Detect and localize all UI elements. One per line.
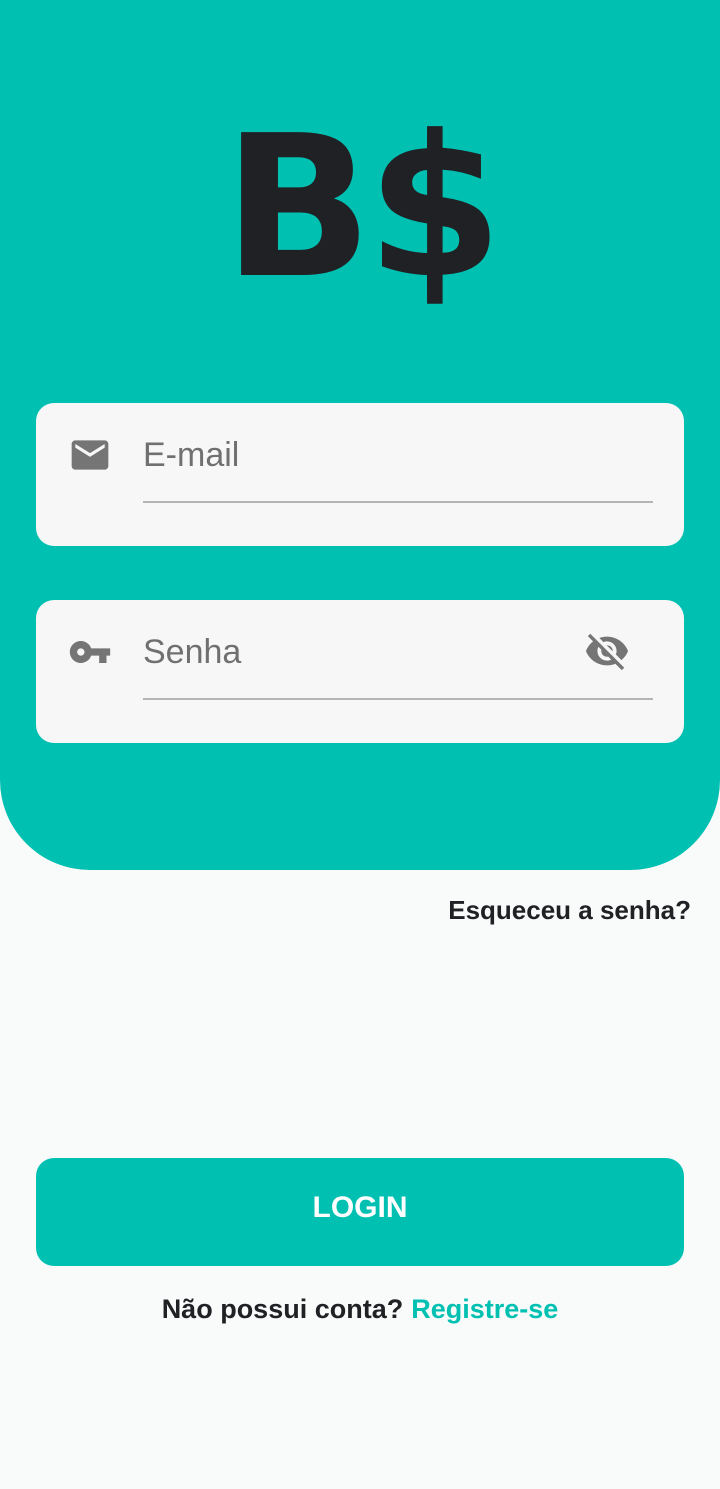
email-card: E-mail (36, 403, 684, 546)
password-field[interactable]: Senha (143, 628, 653, 676)
signup-row: Não possui conta? Registre-se (0, 1289, 720, 1329)
signup-prompt: Não possui conta? (161, 1294, 404, 1324)
password-field-underline (143, 698, 653, 700)
header-panel: B$ E-mail Senha (0, 0, 720, 870)
eye-off-icon[interactable] (582, 628, 632, 674)
email-field-underline (143, 501, 653, 503)
key-icon (68, 630, 112, 674)
app-logo: B$ (223, 94, 503, 322)
email-field[interactable]: E-mail (143, 431, 653, 479)
forgot-password-link[interactable]: Esqueceu a senha? (448, 890, 691, 930)
password-card: Senha (36, 600, 684, 743)
mail-icon (68, 433, 112, 477)
login-button[interactable]: LOGIN (36, 1158, 684, 1266)
register-link[interactable]: Registre-se (411, 1294, 558, 1324)
